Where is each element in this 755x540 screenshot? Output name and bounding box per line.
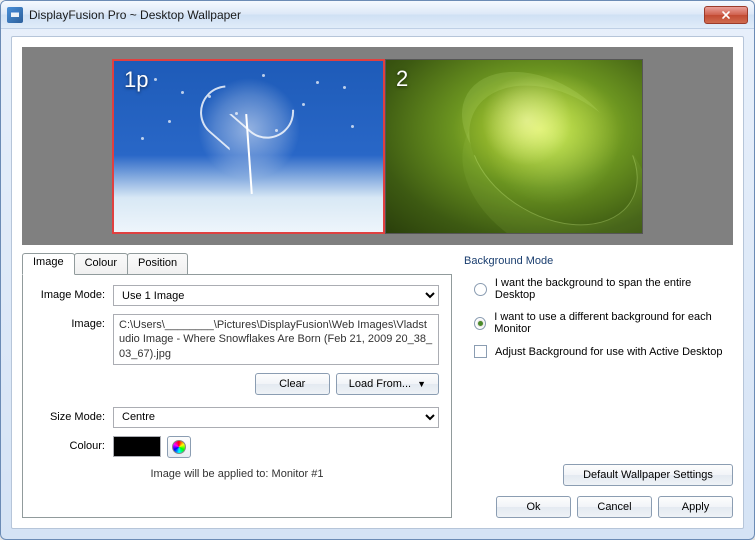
radio-each-monitor[interactable] (474, 317, 486, 330)
tab-image-label: Image (33, 256, 64, 268)
tab-strip: Image Colour Position (22, 253, 452, 274)
monitor-1-label: 1p (124, 67, 148, 93)
background-mode-title: Background Mode (464, 255, 733, 267)
size-mode-select[interactable]: Centre (113, 407, 439, 428)
load-from-button[interactable]: Load From... ▼ (336, 373, 439, 395)
load-from-button-label: Load From... (349, 378, 411, 390)
image-mode-label: Image Mode: (35, 285, 113, 301)
colour-label: Colour: (35, 436, 113, 452)
tab-position-label: Position (138, 257, 177, 269)
default-settings-button[interactable]: Default Wallpaper Settings (563, 464, 733, 486)
colour-swatch[interactable] (113, 436, 161, 457)
tab-colour-label: Colour (85, 257, 117, 269)
checkbox-active-desktop[interactable] (474, 345, 487, 358)
size-mode-label: Size Mode: (35, 407, 113, 423)
window-title: DisplayFusion Pro ~ Desktop Wallpaper (29, 8, 704, 22)
default-settings-label: Default Wallpaper Settings (583, 469, 713, 481)
app-icon (7, 7, 23, 23)
image-path-label: Image: (35, 314, 113, 330)
cancel-button[interactable]: Cancel (577, 496, 652, 518)
monitor-2-preview[interactable]: 2 (385, 59, 643, 234)
image-path-field[interactable]: C:\Users\________\Pictures\DisplayFusion… (113, 314, 439, 365)
clear-button-label: Clear (279, 378, 305, 390)
dialog-window: DisplayFusion Pro ~ Desktop Wallpaper 1p (0, 0, 755, 540)
dialog-body: 1p 2 Image Colour Position Image Mode: (11, 36, 744, 529)
colour-picker-button[interactable] (167, 436, 191, 458)
close-button[interactable] (704, 6, 748, 24)
clear-button[interactable]: Clear (255, 373, 330, 395)
titlebar[interactable]: DisplayFusion Pro ~ Desktop Wallpaper (1, 1, 754, 29)
apply-button[interactable]: Apply (658, 496, 733, 518)
checkbox-active-desktop-label[interactable]: Adjust Background for use with Active De… (495, 346, 722, 358)
radio-span-desktop-label[interactable]: I want the background to span the entire… (495, 277, 733, 301)
radio-each-monitor-label[interactable]: I want to use a different background for… (494, 311, 733, 335)
cancel-button-label: Cancel (597, 501, 631, 513)
tab-panel-image: Image Mode: Use 1 Image Image: C:\Users\… (22, 274, 452, 518)
apply-button-label: Apply (682, 501, 710, 513)
tab-position[interactable]: Position (127, 253, 188, 274)
background-mode-group: Background Mode I want the background to… (464, 255, 733, 368)
monitor-1-preview[interactable]: 1p (112, 59, 385, 234)
colour-wheel-icon (172, 440, 186, 454)
ok-button[interactable]: Ok (496, 496, 571, 518)
radio-span-desktop[interactable] (474, 283, 487, 296)
monitor-2-label: 2 (396, 66, 408, 92)
tab-colour[interactable]: Colour (74, 253, 128, 274)
tab-image[interactable]: Image (22, 253, 75, 275)
wallpaper-preview-1 (114, 61, 383, 232)
dialog-button-area: Default Wallpaper Settings Ok Cancel App… (496, 464, 733, 518)
ok-button-label: Ok (526, 501, 540, 513)
chevron-down-icon: ▼ (417, 379, 426, 389)
wallpaper-preview-2 (386, 60, 642, 233)
applied-to-text: Image will be applied to: Monitor #1 (35, 468, 439, 480)
image-mode-select[interactable]: Use 1 Image (113, 285, 439, 306)
monitor-preview-area: 1p 2 (22, 47, 733, 245)
